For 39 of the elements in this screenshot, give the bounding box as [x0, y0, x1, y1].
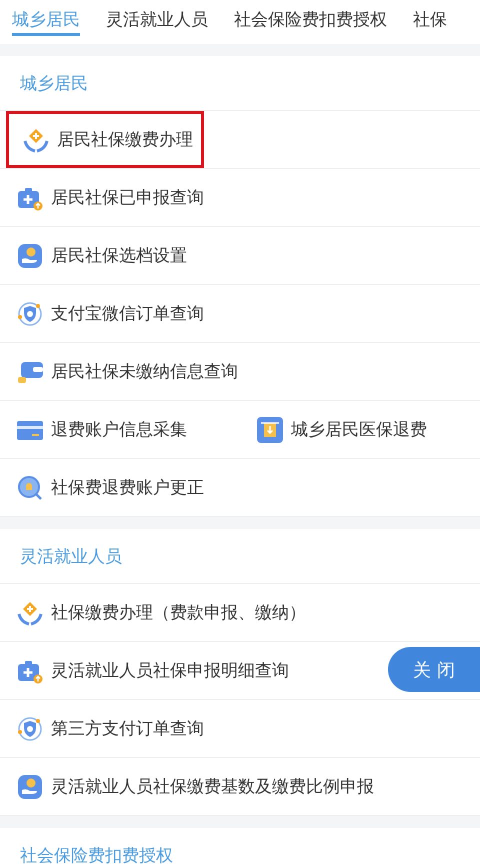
menu-item[interactable]: 灵活就业人员社保缴费基数及缴费比例申报 [0, 758, 385, 815]
menu-item[interactable]: 居民社保未缴纳信息查询 [0, 343, 249, 400]
hands-plus-icon [17, 600, 43, 626]
menu-item[interactable]: 社保费退费账户更正 [0, 459, 240, 516]
menu-item[interactable]: 居民社保已申报查询 [0, 169, 240, 226]
item-label: 居民社保未缴纳信息查询 [51, 361, 238, 383]
shield-cycle-icon [17, 716, 43, 742]
menu-item[interactable]: 灵活就业人员社保申报明细查询 [0, 642, 300, 699]
section-title: 社会保险费扣费授权 [0, 828, 480, 867]
close-button[interactable]: 关 闭 [388, 647, 480, 692]
hands-plus-icon [23, 126, 49, 152]
menu-item[interactable]: 第三方支付订单查询 [0, 700, 240, 757]
tab[interactable]: 社会保险费扣费授权 [234, 0, 387, 36]
item-label: 灵活就业人员社保申报明细查询 [51, 660, 289, 682]
tab[interactable]: 灵活就业人员 [106, 0, 208, 36]
menu-item[interactable]: 退费账户信息采集 [0, 401, 240, 458]
search-icon [17, 474, 43, 500]
menu-item[interactable]: 社保缴费办理（费款申报、缴纳） [0, 584, 317, 641]
item-label: 居民社保缴费办理 [57, 129, 193, 151]
item-label: 居民社保选档设置 [51, 245, 187, 267]
menu-item[interactable]: 居民社保选档设置 [0, 227, 240, 284]
item-label: 社保费退费账户更正 [51, 477, 204, 499]
item-label: 社保缴费办理（费款申报、缴纳） [51, 602, 306, 624]
hand-coin-icon [17, 242, 43, 268]
item-label: 第三方支付订单查询 [51, 718, 204, 740]
item-label: 灵活就业人员社保缴费基数及缴费比例申报 [51, 776, 374, 798]
section-title: 灵活就业人员 [0, 529, 480, 584]
item-label: 支付宝微信订单查询 [51, 303, 204, 325]
tab[interactable]: 社保 [413, 0, 447, 36]
item-label: 城乡居民医保退费 [291, 419, 427, 441]
download-box-icon [257, 416, 283, 442]
highlighted-menu-item[interactable]: 居民社保缴费办理 [6, 111, 204, 168]
shield-cycle-icon [17, 300, 43, 326]
item-label: 居民社保已申报查询 [51, 187, 204, 209]
hand-coin-icon [17, 774, 43, 800]
menu-item[interactable]: 城乡居民医保退费 [240, 401, 480, 458]
item-label: 退费账户信息采集 [51, 419, 187, 441]
section-title: 城乡居民 [0, 56, 480, 111]
menu-item[interactable]: 支付宝微信订单查询 [0, 285, 240, 342]
